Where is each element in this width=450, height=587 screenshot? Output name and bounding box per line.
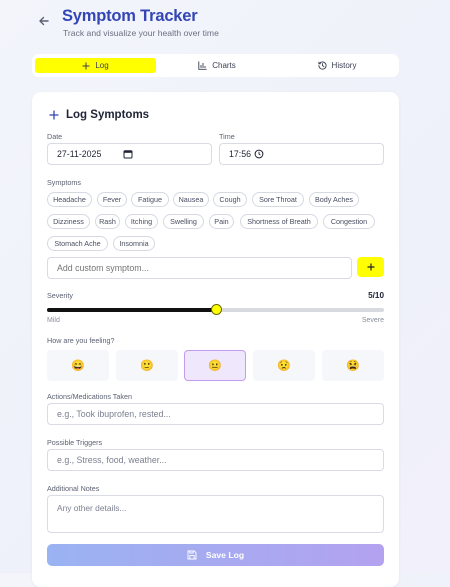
tab-charts[interactable]: Charts — [157, 58, 277, 73]
plus-icon — [49, 110, 59, 120]
triggers-label: Possible Triggers — [47, 438, 103, 447]
symptom-chip[interactable]: Fever — [97, 192, 127, 207]
symptom-chip[interactable]: Rash — [95, 214, 120, 229]
tab-label: Charts — [212, 61, 236, 70]
symptom-chip[interactable]: Sore Throat — [252, 192, 304, 207]
symptom-chip[interactable]: Body Aches — [309, 192, 359, 207]
severity-slider-fill — [47, 308, 216, 312]
severity-label: Severity — [47, 291, 73, 300]
clock-icon[interactable] — [254, 149, 264, 159]
plus-icon — [82, 62, 90, 69]
feeling-label: How are you feeling? — [47, 336, 115, 345]
mood-option-happy[interactable]: 🙂 — [116, 350, 178, 381]
custom-symptom-input[interactable] — [47, 257, 352, 279]
mood-selector: 😄 🙂 😐 😟 😫 — [47, 350, 384, 381]
mood-option-worried[interactable]: 😟 — [253, 350, 315, 381]
tab-label: Log — [95, 61, 109, 70]
symptom-chip[interactable]: Fatigue — [131, 192, 169, 207]
plus-icon — [367, 263, 374, 271]
tab-history[interactable]: History — [278, 58, 396, 73]
severity-max-label: Severe — [361, 317, 384, 324]
severity-min-label: Mild — [47, 317, 60, 324]
tab-label: History — [331, 61, 357, 70]
log-form-card: Log Symptoms Date 27-11-2025 Time 17:56 … — [32, 92, 399, 587]
date-label: Date — [47, 132, 63, 141]
symptom-chip[interactable]: Headache — [47, 192, 92, 207]
tab-log[interactable]: Log — [35, 58, 156, 73]
calendar-icon[interactable] — [123, 149, 133, 159]
notes-textarea[interactable]: Any other details... — [47, 495, 384, 533]
save-icon — [187, 550, 197, 560]
notes-label: Additional Notes — [47, 484, 100, 493]
back-arrow-icon[interactable] — [37, 14, 51, 28]
severity-slider[interactable] — [47, 304, 384, 315]
triggers-input[interactable]: e.g., Stress, food, weather... — [47, 449, 384, 471]
time-label: Time — [219, 132, 235, 141]
add-symptom-button[interactable] — [357, 257, 384, 277]
symptom-chip[interactable]: Insomnia — [113, 236, 155, 251]
symptoms-label: Symptoms — [47, 178, 81, 187]
history-icon — [317, 61, 327, 70]
symptom-chip[interactable]: Cough — [213, 192, 247, 207]
severity-slider-thumb[interactable] — [210, 304, 222, 315]
tab-bar: Log Charts History — [32, 54, 399, 77]
actions-label: Actions/Medications Taken — [47, 392, 132, 401]
symptom-chip[interactable]: Nausea — [173, 192, 209, 207]
page-subtitle: Track and visualize your health over tim… — [63, 28, 219, 38]
mood-option-exhausted[interactable]: 😫 — [322, 350, 384, 381]
symptom-chip[interactable]: Pain — [209, 214, 234, 229]
time-input[interactable]: 17:56 — [219, 143, 384, 165]
page-title: Symptom Tracker — [62, 7, 198, 25]
symptom-chip[interactable]: Stomach Ache — [47, 236, 108, 251]
symptom-chip[interactable]: Swelling — [163, 214, 204, 229]
symptom-chip[interactable]: Congestion — [323, 214, 375, 229]
form-title: Log Symptoms — [49, 109, 149, 121]
symptom-chip[interactable]: Shortness of Breath — [240, 214, 318, 229]
mood-option-very-happy[interactable]: 😄 — [47, 350, 109, 381]
symptom-chip[interactable]: Dizziness — [47, 214, 90, 229]
save-log-button[interactable]: Save Log — [47, 544, 384, 566]
mood-option-neutral[interactable]: 😐 — [184, 350, 246, 381]
actions-input[interactable]: e.g., Took ibuprofen, rested... — [47, 403, 384, 425]
date-input[interactable]: 27-11-2025 — [47, 143, 212, 165]
severity-value: 5/10 — [368, 291, 384, 300]
symptom-chip[interactable]: Itching — [125, 214, 158, 229]
bar-chart-icon — [198, 61, 207, 70]
